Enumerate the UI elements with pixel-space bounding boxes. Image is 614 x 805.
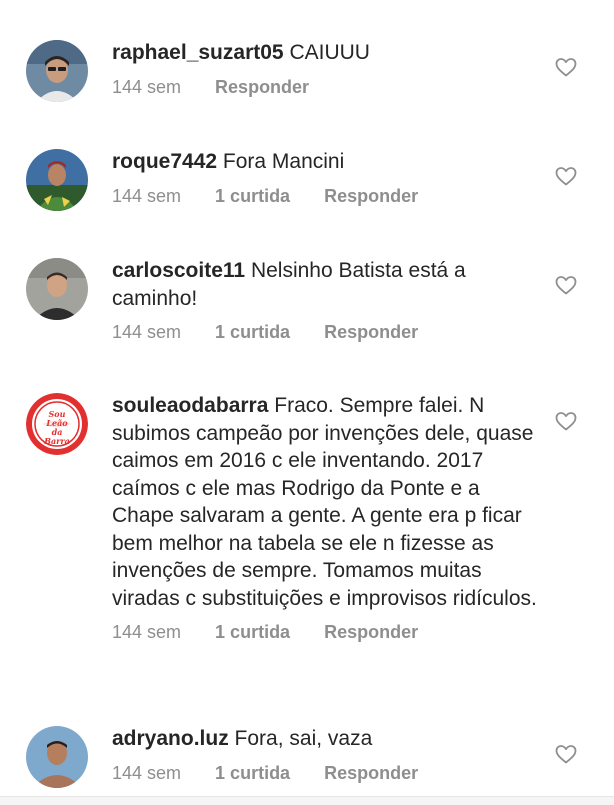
like-heart-icon[interactable] [554, 742, 578, 766]
like-heart-icon[interactable] [554, 409, 578, 433]
comment-meta: 144 sem Responder [112, 77, 542, 101]
timestamp[interactable]: 144 sem [112, 186, 181, 210]
reply-button[interactable]: Responder [324, 763, 418, 787]
timestamp[interactable]: 144 sem [112, 622, 181, 646]
like-heart-icon[interactable] [554, 164, 578, 188]
avatar[interactable] [26, 726, 88, 788]
likes-count[interactable]: 1 curtida [215, 622, 290, 646]
comment-text: roque7442 Fora Mancini [112, 148, 542, 176]
comment-body: CAIUUU [289, 41, 370, 64]
comment-meta: 144 sem 1 curtida Responder [112, 763, 542, 787]
likes-count[interactable]: 1 curtida [215, 322, 290, 346]
username[interactable]: adryano.luz [112, 727, 229, 750]
avatar-logo-text: Sou Leão da Barra [44, 409, 70, 446]
username[interactable]: raphael_suzart05 [112, 41, 284, 64]
reply-button[interactable]: Responder [324, 622, 418, 646]
avatar[interactable]: Sou Leão da Barra [26, 393, 88, 455]
username[interactable]: carloscoite11 [112, 259, 245, 282]
like-heart-icon[interactable] [554, 273, 578, 297]
comment-text: carloscoite11 Nelsinho Batista está a ca… [112, 257, 542, 312]
avatar[interactable] [26, 40, 88, 102]
username[interactable]: roque7442 [112, 150, 217, 173]
timestamp[interactable]: 144 sem [112, 77, 181, 101]
avatar[interactable] [26, 258, 88, 320]
comment-meta: 144 sem 1 curtida Responder [112, 622, 542, 646]
reply-button[interactable]: Responder [215, 77, 309, 101]
comment-body: Fora Mancini [222, 150, 345, 173]
avatar[interactable] [26, 149, 88, 211]
comment-meta: 144 sem 1 curtida Responder [112, 186, 542, 210]
comment-text: raphael_suzart05 CAIUUU [112, 39, 542, 67]
reply-button[interactable]: Responder [324, 186, 418, 210]
comment-text: souleaodabarra Fraco. Sempre falei. N su… [112, 392, 542, 612]
likes-count[interactable]: 1 curtida [215, 186, 290, 210]
comment-body: Fraco. Sempre falei. N subimos campeão p… [112, 394, 537, 610]
timestamp[interactable]: 144 sem [112, 322, 181, 346]
comment-body: Fora, sai, vaza [234, 727, 373, 750]
username[interactable]: souleaodabarra [112, 394, 268, 417]
timestamp[interactable]: 144 sem [112, 763, 181, 787]
comment-meta: 144 sem 1 curtida Responder [112, 322, 542, 346]
like-heart-icon[interactable] [554, 55, 578, 79]
comment-text: adryano.luz Fora, sai, vaza [112, 725, 542, 753]
reply-button[interactable]: Responder [324, 322, 418, 346]
likes-count[interactable]: 1 curtida [215, 763, 290, 787]
